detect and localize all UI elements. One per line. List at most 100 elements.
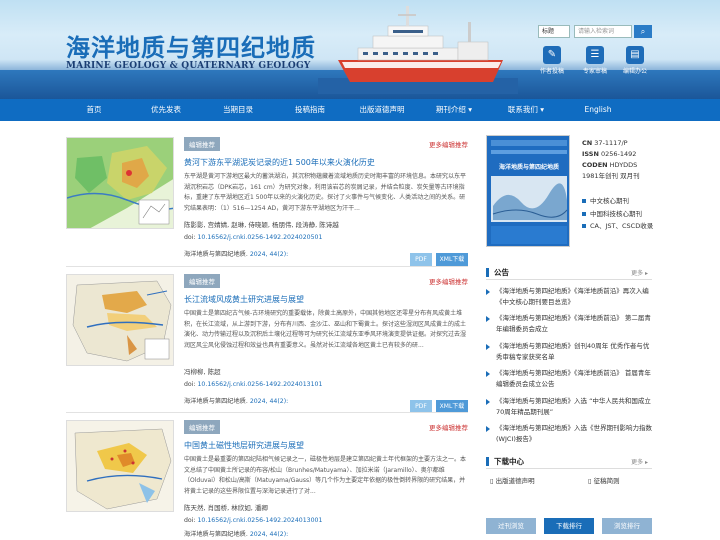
header-banner: 海洋地质与第四纪地质 MARINE GEOLOGY & QUATERNARY G… bbox=[0, 0, 720, 99]
nav-contact[interactable]: 联系我们 ▾ bbox=[490, 99, 562, 121]
nav-priority[interactable]: 优先发表 bbox=[130, 99, 202, 121]
index-item: 中文核心期刊 bbox=[582, 195, 629, 205]
article-authors: 陈天然, 肖国桥, 林欣如, 潘卿 bbox=[184, 504, 268, 512]
notice-text[interactable]: 《海洋地质与第四纪地质》《海洋地质前沿》 第二届青年编辑委员会成立 bbox=[496, 313, 654, 335]
more-editor-picks-link[interactable]: 更多编辑推荐 bbox=[429, 139, 468, 149]
article-title[interactable]: 长江流域风成黄土研究进展与展望 bbox=[184, 294, 468, 305]
nav-home[interactable]: 首页 bbox=[58, 99, 130, 121]
article-content: 编辑推荐 更多编辑推荐 长江流域风成黄土研究进展与展望 中国黄土是第四纪古气候-… bbox=[184, 274, 468, 413]
main-nav: 首页 优先发表 当期目录 投稿指南 出版道德声明 期刊介绍 ▾ 联系我们 ▾ E… bbox=[0, 99, 720, 121]
more-editor-picks-link[interactable]: 更多编辑推荐 bbox=[429, 276, 468, 286]
notice-item[interactable]: 《海洋地质与第四纪地质》《海洋地质前沿》再次入编《中文核心期刊要目总览》 bbox=[486, 286, 654, 308]
bullet-icon bbox=[582, 224, 586, 228]
nav-submission-guide[interactable]: 投稿指南 bbox=[274, 99, 346, 121]
quick-link-label: 专家审稿 bbox=[582, 68, 607, 75]
download-label[interactable]: 征稿简则 bbox=[594, 477, 620, 485]
triangle-bullet-icon bbox=[486, 426, 490, 432]
author-icon: ✎ bbox=[543, 46, 561, 64]
article-thumbnail-map[interactable] bbox=[66, 420, 174, 512]
section-accent-bar bbox=[486, 457, 489, 466]
index-item: 中国科技核心期刊 bbox=[582, 208, 642, 218]
section-accent-bar bbox=[486, 268, 489, 277]
article-volume[interactable]: 2024, 44(2): bbox=[250, 531, 288, 538]
article-title[interactable]: 黄河下游东平湖泥炭记录的近1 500年以来火演化历史 bbox=[184, 157, 468, 168]
journal-logo-cn[interactable]: 海洋地质与第四纪地质 bbox=[66, 28, 316, 63]
journal-logo-en: MARINE GEOLOGY & QUATERNARY GEOLOGY bbox=[66, 61, 311, 71]
divider bbox=[66, 266, 468, 267]
more-editor-picks-link[interactable]: 更多编辑推荐 bbox=[429, 422, 468, 432]
tab-archive[interactable]: 过刊浏览 bbox=[486, 518, 536, 534]
notice-text[interactable]: 《海洋地质与第四纪地质》创刊40周年 优秀作者与优秀审稿专家获奖名单 bbox=[496, 341, 654, 363]
tab-download-ranking[interactable]: 下载排行 bbox=[544, 518, 594, 534]
issn-value: 0256-1492 bbox=[601, 150, 637, 158]
quick-link-label: 编辑办公 bbox=[622, 68, 647, 75]
triangle-bullet-icon bbox=[486, 371, 490, 377]
nav-english[interactable]: English bbox=[562, 99, 634, 121]
quick-link-reviewer[interactable]: ☰ 专家审稿 bbox=[579, 46, 611, 75]
notice-text[interactable]: 《海洋地质与第四纪地质》入选《世界期刊影响力指数(WJCI)报告》 bbox=[496, 423, 654, 445]
index-item: CA、JST、CSCD收录 bbox=[582, 220, 653, 230]
journal-info: CN 37-1117/P ISSN 0256-1492 CODEN HDYDDS… bbox=[582, 138, 640, 182]
doi-label: doi: bbox=[184, 517, 198, 524]
pdf-button[interactable]: PDF bbox=[410, 253, 432, 266]
cn-number: CN 37-1117/P bbox=[582, 138, 640, 149]
download-item-ethics[interactable]: ▯ 出版道德声明 bbox=[490, 475, 535, 485]
download-more-link[interactable]: 更多 ▸ bbox=[631, 457, 648, 466]
download-label[interactable]: 出版道德声明 bbox=[496, 477, 535, 485]
notice-text[interactable]: 《海洋地质与第四纪地质》《海洋地质前沿》 首届青年编辑委员会成立公告 bbox=[496, 368, 654, 390]
bullet-icon bbox=[582, 212, 586, 216]
xml-download-button[interactable]: XML下载 bbox=[436, 253, 468, 266]
notice-text[interactable]: 《海洋地质与第四纪地质》入选 “中华人民共和国成立70周年精品期刊展” bbox=[496, 396, 654, 418]
download-item-guidelines[interactable]: ▯ 征稿简则 bbox=[588, 475, 620, 485]
notice-item[interactable]: 《海洋地质与第四纪地质》入选 “中华人民共和国成立70周年精品期刊展” bbox=[486, 396, 654, 418]
nav-current-issue[interactable]: 当期目录 bbox=[202, 99, 274, 121]
issn-number: ISSN 0256-1492 bbox=[582, 149, 640, 160]
ranking-tabs: 过刊浏览 下载排行 浏览排行 bbox=[486, 518, 652, 534]
editor-pick-badge: 编辑推荐 bbox=[184, 420, 220, 434]
issn-label: ISSN bbox=[582, 150, 599, 158]
article-title[interactable]: 中国黄土磁性地层研究进展与展望 bbox=[184, 440, 468, 451]
search-icon: ⌕ bbox=[640, 27, 646, 36]
article-thumbnail-map[interactable] bbox=[66, 137, 174, 229]
founded-info: 1981年创刊 双月刊 bbox=[582, 172, 640, 180]
reviewer-icon: ☰ bbox=[586, 46, 604, 64]
doi-link[interactable]: 10.16562/j.cnki.0256-1492.2024020501 bbox=[197, 234, 322, 241]
notice-text[interactable]: 《海洋地质与第四纪地质》《海洋地质前沿》再次入编《中文核心期刊要目总览》 bbox=[496, 286, 654, 308]
doi-link[interactable]: 10.16562/j.cnki.0256-1492.2024013101 bbox=[197, 381, 322, 388]
article-volume[interactable]: 2024, 44(2): bbox=[250, 251, 288, 258]
quick-link-author[interactable]: ✎ 作者投稿 bbox=[536, 46, 568, 75]
tab-view-ranking[interactable]: 浏览排行 bbox=[602, 518, 652, 534]
doi-label: doi: bbox=[184, 381, 198, 388]
notice-item[interactable]: 《海洋地质与第四纪地质》入选《世界期刊影响力指数(WJCI)报告》 bbox=[486, 423, 654, 445]
search-field-select[interactable]: 标题 bbox=[538, 25, 570, 38]
coden-label: CODEN bbox=[582, 161, 608, 169]
index-label: 中文核心期刊 bbox=[590, 197, 629, 205]
editor-pick-badge: 编辑推荐 bbox=[184, 274, 220, 288]
article-volume[interactable]: 2024, 44(2): bbox=[250, 398, 288, 405]
map-figure bbox=[67, 138, 173, 228]
article-authors: 冯柳柳, 陈超 bbox=[184, 368, 221, 376]
notice-item[interactable]: 《海洋地质与第四纪地质》创刊40周年 优秀作者与优秀审稿专家获奖名单 bbox=[486, 341, 654, 363]
article-abstract: 中国黄土是第四纪古气候-古环境研究的重要载体，除黄土高原外，中国其他地区还零星分… bbox=[184, 310, 467, 349]
cn-value: 37-1117/P bbox=[594, 139, 628, 147]
notice-item[interactable]: 《海洋地质与第四纪地质》《海洋地质前沿》 第二届青年编辑委员会成立 bbox=[486, 313, 654, 335]
nav-ethics[interactable]: 出版道德声明 bbox=[346, 99, 418, 121]
article-authors: 陈影影, 宫婧婧, 赵琳, 侍晓颖, 杨朋伟, 段涛静, 陈诗越 bbox=[184, 221, 339, 229]
nav-about[interactable]: 期刊介绍 ▾ bbox=[418, 99, 490, 121]
journal-cover[interactable]: 海洋地质与第四纪地质 bbox=[486, 135, 570, 247]
doi-label: doi: bbox=[184, 234, 198, 241]
index-label: CA、JST、CSCD收录 bbox=[590, 222, 654, 230]
article-thumbnail-map[interactable] bbox=[66, 274, 174, 366]
search-input[interactable]: 请输入检索词 bbox=[574, 25, 632, 38]
doi-link[interactable]: 10.16562/j.cnki.0256-1492.2024013001 bbox=[197, 517, 322, 524]
quick-link-editor[interactable]: ▤ 编辑办公 bbox=[619, 46, 651, 75]
notice-more-link[interactable]: 更多 ▸ bbox=[631, 268, 648, 277]
triangle-bullet-icon bbox=[486, 344, 490, 350]
search-button[interactable]: ⌕ bbox=[634, 25, 652, 38]
quick-link-label: 作者投稿 bbox=[539, 68, 564, 75]
article-abstract: 中国黄土是最重要的第四纪陆相气候记录之一，磁极性地层是建立第四纪黄土年代框架的主… bbox=[184, 456, 467, 495]
notice-item[interactable]: 《海洋地质与第四纪地质》《海洋地质前沿》 首届青年编辑委员会成立公告 bbox=[486, 368, 654, 390]
download-heading: 下载中心 bbox=[494, 457, 524, 466]
index-label: 中国科技核心期刊 bbox=[590, 210, 642, 218]
article-footer: 海洋地质与第四纪地质. 2024, 44(2): PDF XML下载 bbox=[184, 396, 468, 413]
